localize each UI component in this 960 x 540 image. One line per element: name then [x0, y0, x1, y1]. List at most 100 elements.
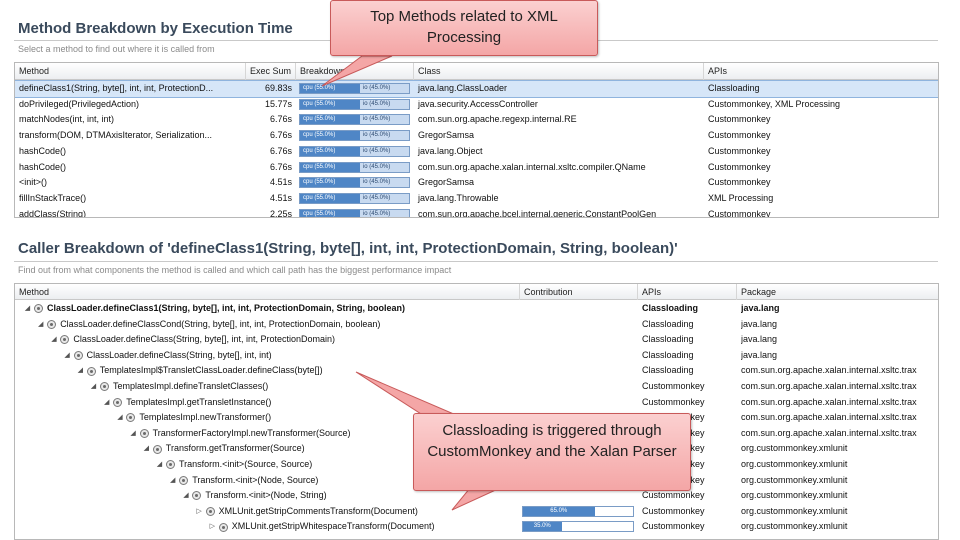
method-label: TemplatesImpl.defineTransletClasses()	[113, 381, 269, 391]
contribution-cell	[520, 363, 638, 379]
column-header-exec-sum[interactable]: Exec Sum	[246, 63, 296, 80]
io-segment: io (45.0%)	[362, 147, 391, 154]
class-cell: GregorSamsa	[418, 177, 475, 188]
tree-row[interactable]: ◢ ClassLoader.defineClass(String, byte[],…	[15, 348, 938, 364]
method-icon	[60, 335, 70, 345]
triangle-down-icon[interactable]: ◢	[142, 441, 151, 457]
triangle-down-icon[interactable]: ◢	[36, 317, 45, 333]
triangle-down-icon[interactable]: ◢	[102, 395, 111, 411]
table-row[interactable]: hashCode() 6.76s cpu (55.0%) io (45.0%) java…	[15, 144, 938, 160]
triangle-down-icon[interactable]: ◢	[129, 426, 138, 442]
table-row[interactable]: doPrivileged(PrivilegedAction) 15.77s cpu …	[15, 97, 938, 113]
cpu-segment: cpu (55.0%)	[300, 99, 360, 109]
breakdown-bar: cpu (55.0%) io (45.0%)	[299, 130, 410, 142]
package-cell: org.custommonkey.xmlunit	[741, 474, 848, 485]
tree-row[interactable]: ◢ ClassLoader.defineClassCond(String, byt…	[15, 317, 938, 333]
contribution-bar: 35.0%	[522, 521, 634, 533]
triangle-down-icon[interactable]: ◢	[89, 379, 98, 395]
column-header-class[interactable]: Class	[414, 63, 704, 80]
classloading-callout: Classloading is triggered through Custom…	[413, 413, 691, 491]
method-icon	[192, 491, 202, 501]
method-breakdown-title: Method Breakdown by Execution Time	[18, 20, 293, 37]
contribution-cell	[520, 332, 638, 348]
method-cell: hashCode()	[19, 145, 67, 156]
caller-breakdown-title: Caller Breakdown of 'defineClass1(String…	[18, 240, 678, 257]
method-cell: ◢ ClassLoader.defineClass(String, byte[],…	[63, 348, 520, 364]
method-icon	[34, 304, 43, 314]
breakdown-bar: cpu (55.0%) io (45.0%)	[299, 98, 410, 110]
table-row[interactable]: hashCode() 6.76s cpu (55.0%) io (45.0%) com.…	[15, 160, 938, 176]
io-segment: io (45.0%)	[362, 194, 391, 201]
table-row[interactable]: transform(DOM, DTMAxisIterator, Serializ…	[15, 128, 938, 144]
contribution-fill: 35.0%	[523, 522, 562, 532]
triangle-down-icon[interactable]: ◢	[115, 410, 124, 426]
table-row[interactable]: addClass(String) 2.25s cpu (55.0%) io (45.0…	[15, 207, 938, 218]
triangle-right-icon[interactable]: ▷	[208, 519, 217, 535]
apis-cell: Classloading	[708, 83, 760, 93]
table-row[interactable]: <init>() 4.51s cpu (55.0%) io (45.0%) Gregor…	[15, 175, 938, 191]
method-label: ClassLoader.defineClass(String, byte[], …	[73, 334, 336, 345]
column-header-method[interactable]: Method	[15, 284, 520, 300]
method-cell: matchNodes(int, int, int)	[19, 114, 115, 125]
triangle-down-icon[interactable]: ◢	[76, 363, 85, 379]
apis-cell: Classloading	[642, 303, 699, 313]
tree-row[interactable]: ◢ TemplatesImpl$TransletClassLoader.defin…	[15, 363, 938, 379]
apis-cell: Custommonkey	[708, 130, 771, 141]
method-label: TemplatesImpl.newTransformer()	[139, 412, 272, 423]
triangle-down-icon[interactable]: ◢	[23, 301, 32, 317]
apis-cell: Custommonkey	[708, 177, 771, 188]
contribution-cell	[520, 317, 638, 333]
contribution-fill: 65.0%	[523, 506, 595, 516]
apis-cell: Custommonkey	[708, 208, 771, 218]
breakdown-bar: cpu (55.0%) io (45.0%)	[299, 145, 410, 157]
table-row[interactable]: defineClass1(String, byte[], int, int, P…	[15, 80, 938, 98]
package-cell: java.lang	[741, 349, 778, 360]
column-header-method[interactable]: Method	[15, 63, 246, 80]
tree-row[interactable]: ▷ XMLUnit.getStripWhitespaceTransform(Doc…	[15, 519, 938, 535]
method-label: Transform.getTransformer(Source)	[165, 443, 305, 454]
tree-row[interactable]: ◢ ClassLoader.defineClass(String, byte[],…	[15, 332, 938, 348]
column-header-apis[interactable]: APIs	[704, 63, 938, 80]
tree-row[interactable]: ◢ TemplatesImpl.getTransletInstance() Cust…	[15, 395, 938, 411]
table-row[interactable]: matchNodes(int, int, int) 6.76s cpu (55.0%…	[15, 112, 938, 128]
column-header-package[interactable]: Package	[737, 284, 938, 300]
triangle-down-icon[interactable]: ◢	[63, 348, 72, 364]
io-segment: io (45.0%)	[362, 179, 391, 186]
method-icon	[218, 522, 228, 532]
method-cell: <init>()	[19, 177, 48, 188]
column-header-breakdown[interactable]: Breakdown	[296, 63, 414, 80]
tree-row[interactable]: ◢ ClassLoader.defineClass1(String, byte[]…	[15, 301, 938, 317]
triangle-down-icon[interactable]: ◢	[181, 488, 190, 504]
tree-row[interactable]: ◢ TemplatesImpl.defineTransletClasses() Cu…	[15, 379, 938, 395]
breakdown-bar: cpu (55.0%) io (45.0%)	[299, 114, 410, 126]
triangle-down-icon[interactable]: ◢	[155, 457, 164, 473]
package-cell: java.lang	[741, 303, 780, 313]
column-header-contribution[interactable]: Contribution	[520, 284, 638, 300]
table-row[interactable]: fillInStackTrace() 4.51s cpu (55.0%) io (45…	[15, 191, 938, 207]
package-cell: com.sun.org.apache.xalan.internal.xsltc.…	[741, 396, 917, 407]
method-label: TemplatesImpl$TransletClassLoader.define…	[99, 365, 323, 376]
method-icon	[179, 475, 189, 485]
method-cell: addClass(String)	[19, 208, 87, 218]
method-cell: ◢ TemplatesImpl.getTransletInstance()	[102, 395, 520, 411]
triangle-down-icon[interactable]: ◢	[168, 473, 177, 489]
apis-cell: Custommonkey	[642, 521, 705, 532]
contribution-bar: 65.0%	[522, 505, 634, 517]
method-label: Transform.<init>(Node, String)	[205, 490, 327, 501]
method-icon	[113, 397, 123, 407]
triangle-right-icon[interactable]: ▷	[195, 504, 204, 520]
io-segment: io (45.0%)	[362, 163, 391, 170]
package-cell: java.lang	[741, 318, 778, 329]
method-icon	[139, 429, 149, 439]
method-breakdown-subtitle: Select a method to find out where it is …	[18, 44, 215, 54]
breakdown-bar: cpu (55.0%) io (45.0%)	[299, 83, 410, 94]
column-header-apis[interactable]: APIs	[638, 284, 737, 300]
method-cell: hashCode()	[19, 161, 67, 172]
cpu-segment: cpu (55.0%)	[300, 209, 360, 217]
method-icon	[86, 366, 96, 376]
triangle-down-icon[interactable]: ◢	[49, 332, 58, 348]
contribution-cell: 65.0%	[520, 504, 638, 520]
tree-row[interactable]: ▷ XMLUnit.getStripCommentsTransform(Docum…	[15, 504, 938, 520]
cpu-segment: cpu (55.0%)	[300, 162, 360, 172]
method-label: XMLUnit.getStripWhitespaceTransform(Docu…	[231, 521, 435, 532]
